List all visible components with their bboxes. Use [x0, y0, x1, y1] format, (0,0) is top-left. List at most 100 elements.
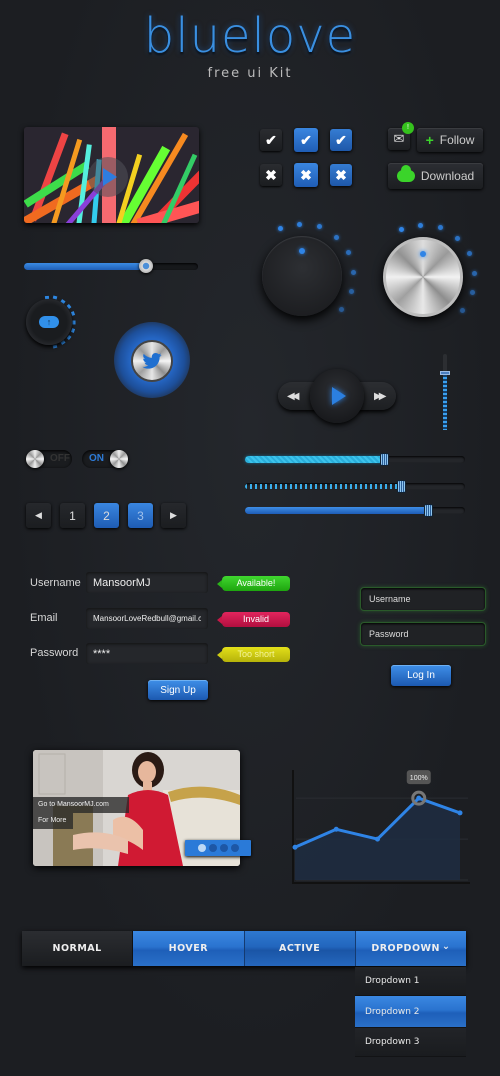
pagination-next[interactable]: ▶	[161, 503, 186, 528]
sign-up-label: Sign Up	[160, 684, 196, 696]
slider-handle[interactable]	[379, 453, 389, 466]
volume-slider[interactable]	[440, 354, 450, 430]
slide-dot-4[interactable]	[230, 844, 239, 852]
slider-handle[interactable]	[423, 504, 433, 517]
ring-dot	[333, 234, 339, 240]
toggle-off[interactable]: OFF	[26, 450, 72, 468]
checkbox-unchecked-hover[interactable]: ✖	[294, 163, 318, 187]
check-icon: ✔	[300, 131, 312, 148]
data-point	[416, 795, 422, 801]
notification-badge: !	[402, 122, 414, 134]
slider-cyan[interactable]	[245, 453, 465, 466]
fast-forward-icon: ▶▶	[374, 390, 387, 402]
silver-knob[interactable]	[383, 237, 463, 317]
log-in-button[interactable]: Log In	[391, 665, 451, 686]
download-button[interactable]: Download	[388, 163, 483, 189]
sign-up-button[interactable]: Sign Up	[148, 680, 208, 700]
ring-dot	[472, 270, 478, 276]
slide-indicator	[185, 840, 251, 856]
toggle-on-label: ON	[89, 453, 104, 464]
dark-knob-marker	[299, 248, 305, 254]
data-point	[292, 844, 298, 850]
cross-icon: ✖	[300, 166, 312, 183]
navigation-bar: NORMAL HOVER ACTIVE DROPDOWN ⌄	[22, 931, 466, 966]
slider-handle[interactable]	[397, 480, 407, 493]
download-label: Download	[420, 169, 475, 183]
nav-item-hover[interactable]: HOVER	[133, 931, 245, 966]
tooltip-label: 100%	[410, 775, 428, 782]
cross-icon: ✖	[265, 166, 277, 183]
slider-fill	[245, 507, 428, 514]
toggle-on[interactable]: ON	[82, 450, 128, 468]
login-password-input[interactable]	[360, 622, 486, 646]
email-label: Email	[30, 612, 58, 624]
video-seek-fill	[24, 263, 146, 270]
username-status-badge: Available!	[217, 576, 290, 591]
follow-label: Follow	[439, 133, 475, 147]
checkbox-checked-hover[interactable]: ✔	[294, 128, 318, 152]
plus-icon: +	[425, 132, 434, 148]
ring-dot	[398, 227, 404, 233]
password-input[interactable]	[86, 643, 208, 664]
ring-dot	[346, 250, 352, 256]
slide-dot-3[interactable]	[219, 844, 228, 852]
pagination-page-1[interactable]: 1	[60, 503, 85, 528]
slider-blue[interactable]	[245, 504, 465, 517]
pagination-page-2[interactable]: 2	[94, 503, 119, 528]
check-icon: ✔	[265, 131, 277, 148]
dropdown-item-1[interactable]: Dropdown 1	[355, 967, 466, 996]
nav-item-dropdown[interactable]: DROPDOWN ⌄	[355, 931, 466, 966]
progress-tick	[70, 327, 75, 333]
ring-dot	[467, 251, 473, 257]
nav-item-normal[interactable]: NORMAL	[22, 931, 134, 966]
slider-fill	[245, 456, 384, 463]
checkbox-unchecked-normal[interactable]: ✖	[260, 164, 282, 186]
mail-icon: ✉	[393, 131, 405, 146]
slider-dashed[interactable]	[245, 480, 465, 493]
dark-knob[interactable]	[262, 236, 342, 316]
pagination-prev[interactable]: ◀	[26, 503, 51, 528]
ring-dot	[454, 235, 460, 241]
follow-button[interactable]: + Follow	[417, 128, 483, 152]
pagination-page-3[interactable]: 3	[128, 503, 153, 528]
checkbox-unchecked-active[interactable]: ✖	[330, 164, 352, 186]
nav-label: HOVER	[168, 943, 209, 954]
video-seek-bar[interactable]	[24, 259, 198, 273]
volume-handle[interactable]	[440, 371, 450, 375]
app-logo: bluelove	[143, 8, 357, 64]
login-username-input[interactable]	[360, 587, 486, 611]
volume-fill	[443, 373, 447, 430]
email-input[interactable]	[86, 608, 208, 629]
twitter-button[interactable]	[131, 340, 173, 382]
username-input[interactable]	[86, 572, 208, 593]
dropdown-menu: Dropdown 1 Dropdown 2 Dropdown 3	[355, 967, 466, 1057]
video-player[interactable]	[24, 127, 199, 223]
slide-caption-text: For More	[33, 813, 73, 829]
ring-dot	[437, 225, 443, 231]
nav-label: NORMAL	[52, 943, 102, 954]
password-status-badge: Too short	[217, 647, 290, 662]
rewind-icon: ◀◀	[287, 390, 300, 402]
video-seek-handle[interactable]	[138, 259, 153, 273]
media-play-button[interactable]	[310, 369, 364, 423]
dropdown-item-3[interactable]: Dropdown 3	[355, 1028, 466, 1057]
ring-dot	[348, 289, 354, 295]
upload-button[interactable]: ↑	[26, 299, 72, 345]
ring-dot	[296, 221, 302, 227]
dropdown-item-2[interactable]: Dropdown 2	[355, 996, 466, 1028]
password-label: Password	[30, 647, 79, 659]
slide-dot-1[interactable]	[197, 844, 206, 852]
slide-caption-link[interactable]: Go to MansoorMJ.com	[33, 797, 129, 813]
checkbox-checked-normal[interactable]: ✔	[260, 129, 282, 151]
video-play-button[interactable]	[88, 157, 128, 197]
toggle-off-label: OFF	[50, 453, 70, 464]
checkbox-checked-active[interactable]: ✔	[330, 129, 352, 151]
play-icon	[103, 168, 117, 186]
arrow-right-icon: ▶	[170, 510, 177, 520]
cross-icon: ✖	[335, 166, 347, 183]
nav-item-active[interactable]: ACTIVE	[244, 931, 356, 966]
ring-dot	[351, 269, 357, 275]
play-icon	[332, 387, 346, 405]
page-number: 3	[137, 508, 144, 523]
slide-dot-2[interactable]	[208, 844, 217, 852]
